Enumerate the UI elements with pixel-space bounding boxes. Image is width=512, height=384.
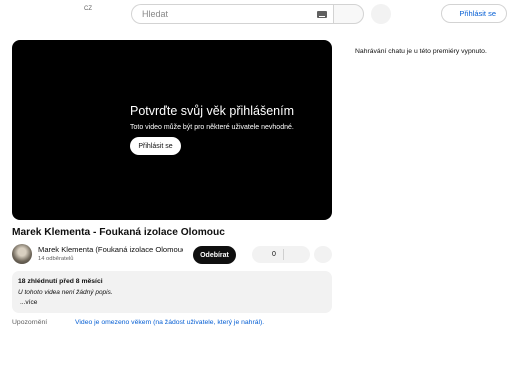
description-text: U tohoto videa není žádný popis. (18, 289, 113, 296)
subscribe-button[interactable]: Odebírat (193, 246, 236, 264)
masthead: CZ Přihlásit se (0, 0, 512, 30)
chat-disabled-note: Nahrávání chatu je u této premiéry vypnu… (355, 48, 487, 55)
region-code: CZ (84, 6, 92, 12)
description-box[interactable]: 18 zhlédnutí před 8 měsíci U tohoto vide… (12, 271, 332, 313)
search-input[interactable] (142, 8, 302, 20)
share-button[interactable] (314, 246, 332, 263)
age-gate-title: Potvrďte svůj věk přihlášením (130, 104, 294, 118)
show-more-link[interactable]: ...více (20, 299, 37, 306)
video-player[interactable]: Potvrďte svůj věk přihlášením Toto video… (12, 40, 332, 220)
search-box[interactable] (131, 4, 333, 24)
like-dislike-group: 0 (252, 246, 310, 263)
video-title: Marek Klementa - Foukaná izolace Olomouc (12, 227, 225, 238)
age-gate-subtitle: Toto video může být pro některé uživatel… (130, 124, 294, 131)
like-divider (283, 249, 284, 260)
sign-in-button[interactable]: Přihlásit se (441, 4, 507, 23)
view-count-and-date: 18 zhlédnutí před 8 měsíci (18, 278, 103, 285)
voice-search-button[interactable] (371, 4, 391, 24)
notice-label: Upozornění (12, 319, 48, 326)
like-button[interactable]: 0 (252, 246, 296, 263)
subscriber-count: 14 odběratelů (38, 256, 74, 262)
age-gate-sign-in-button[interactable]: Přihlásit se (130, 137, 181, 155)
channel-name[interactable]: Marek Klementa (Foukaná izolace Olomouc) (38, 245, 183, 254)
search-button[interactable] (333, 4, 364, 24)
age-restriction-link[interactable]: Video je omezeno věkem (na žádost uživat… (75, 319, 264, 326)
keyboard-icon[interactable] (317, 11, 327, 18)
channel-avatar[interactable] (12, 244, 32, 264)
